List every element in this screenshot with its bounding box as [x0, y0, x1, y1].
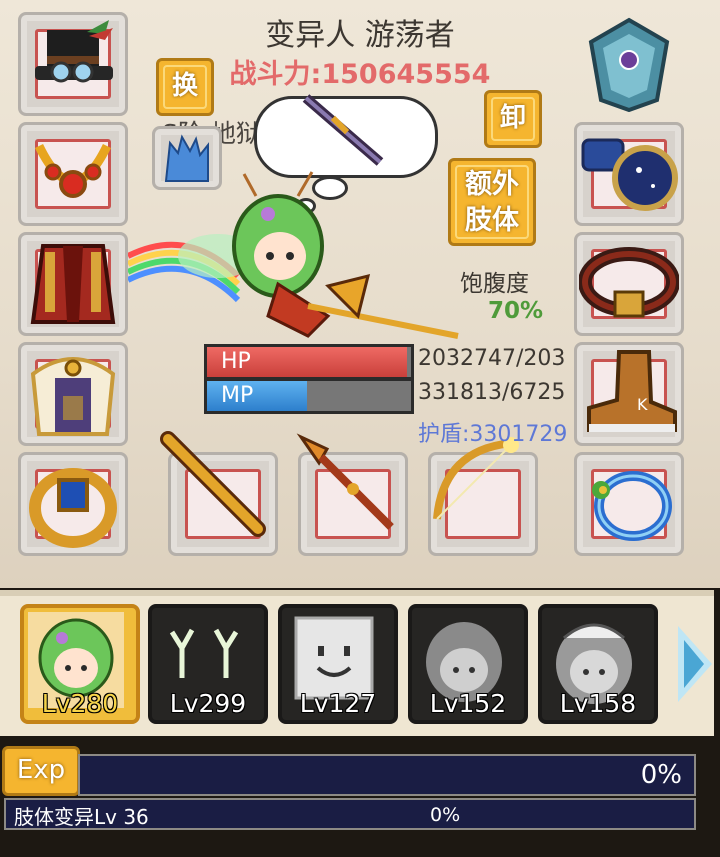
slot-boots[interactable]: K — [574, 342, 684, 446]
desired-weapon-icon — [302, 94, 384, 166]
roster-level-5: Lv158 — [559, 689, 637, 718]
roster-level-3: Lv127 — [299, 689, 377, 718]
exp-bar: 0% — [78, 754, 696, 796]
roster-card-4[interactable]: Lv152 — [408, 604, 528, 724]
hp-label: HP — [221, 349, 251, 374]
satiety-label: 饱腹度 — [460, 271, 529, 297]
swap-button[interactable]: 换 — [156, 58, 214, 116]
armor-icon — [30, 357, 116, 436]
roster-card-2[interactable]: Lv299 — [148, 604, 268, 724]
satiety-value: 70% — [488, 298, 544, 324]
slot-necklace[interactable] — [18, 122, 128, 226]
exp-badge: Exp — [2, 746, 80, 796]
svg-text:K: K — [637, 395, 648, 414]
roster-card-5[interactable]: Lv158 — [538, 604, 658, 724]
roster-level-1: Lv280 — [41, 689, 119, 718]
cloak-icon — [30, 244, 116, 324]
hp-value: 2032747/203 — [418, 346, 566, 371]
hp-bar: HP — [204, 344, 414, 380]
boot-icon: K — [587, 350, 677, 432]
slot-armor[interactable] — [18, 342, 128, 446]
roster-card-1[interactable]: Lv280 — [20, 604, 140, 724]
slot-cloak[interactable] — [18, 232, 128, 336]
ring-icon — [29, 468, 117, 548]
bracelet-icon — [592, 471, 672, 541]
roster-card-3[interactable]: Lv127 — [278, 604, 398, 724]
mp-bar: MP — [204, 378, 414, 414]
crest-icon — [588, 17, 670, 112]
character-sprite — [128, 171, 459, 339]
necklace-icon — [34, 144, 112, 198]
slot-belt[interactable] — [574, 232, 684, 336]
staff-icon — [159, 431, 266, 538]
slot-bracer[interactable] — [574, 122, 684, 226]
roster-level-4: Lv152 — [429, 689, 507, 718]
bracer-icon — [581, 138, 678, 211]
slot-ring[interactable] — [18, 452, 128, 556]
roster-level-2: Lv299 — [169, 689, 247, 718]
slot-weapon-1[interactable] — [159, 431, 278, 556]
slot-weapon-3[interactable] — [428, 437, 538, 556]
slot-crest[interactable] — [574, 12, 684, 116]
unload-button[interactable]: 卸 — [484, 90, 542, 148]
mutation-bar: 肢体变异Lv 36 0% — [4, 798, 696, 830]
belt-icon — [579, 247, 679, 318]
slot-weapon-2[interactable] — [296, 433, 408, 556]
mutation-percent: 0% — [430, 804, 461, 826]
hat-icon — [35, 20, 113, 83]
slot-bracelet[interactable] — [574, 452, 684, 556]
exp-percent: 0% — [640, 760, 682, 790]
slot-hat[interactable] — [18, 12, 128, 116]
mutation-label: 肢体变异Lv 36 — [14, 805, 149, 829]
mp-label: MP — [221, 383, 254, 408]
spear-icon — [296, 433, 394, 531]
mp-value: 331813/6725 — [418, 380, 566, 405]
shield-value: 护盾:3301729 — [418, 422, 568, 447]
